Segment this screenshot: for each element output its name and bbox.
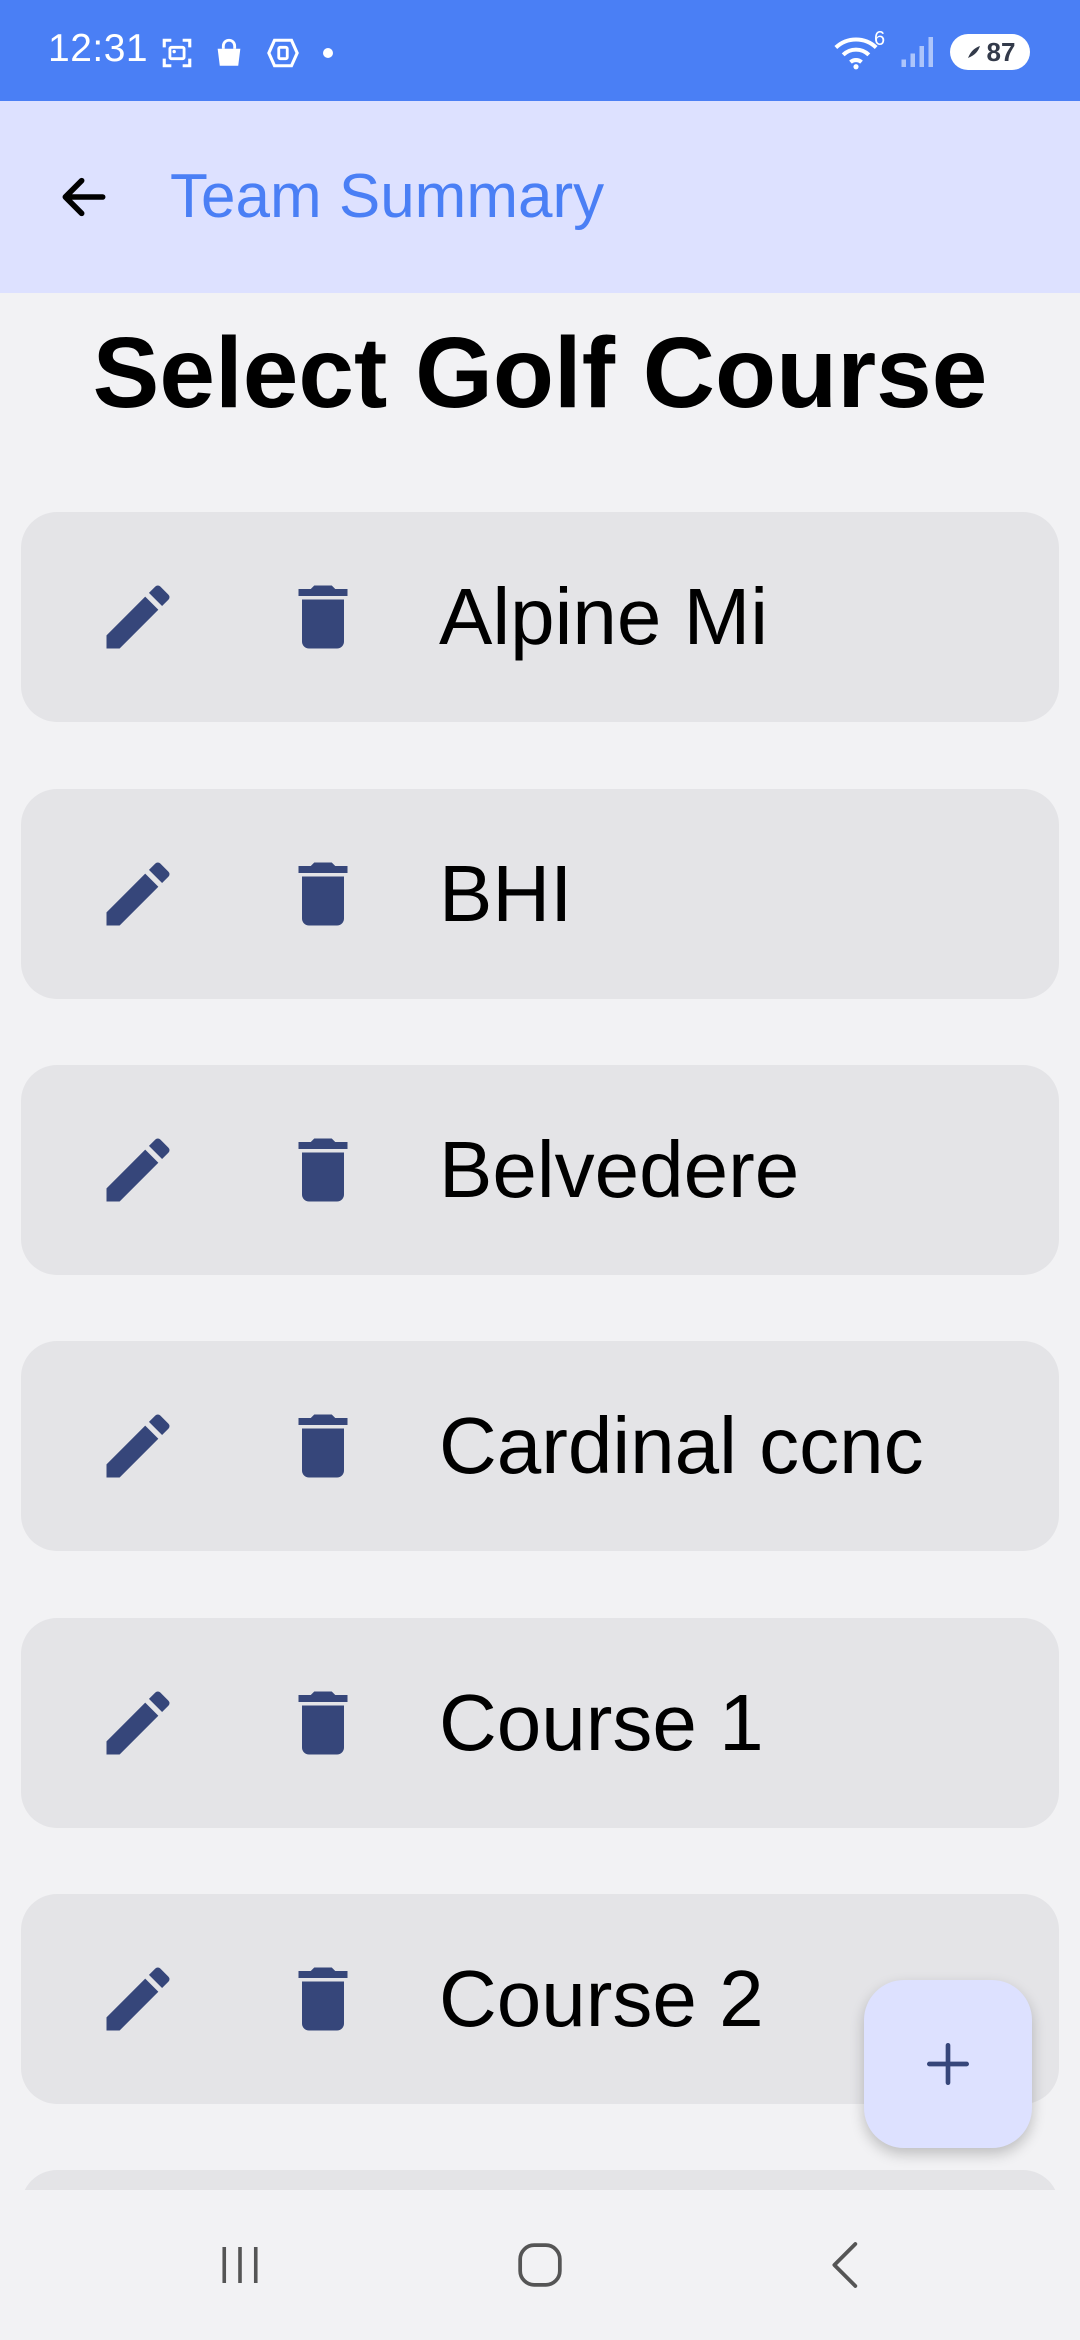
home-icon <box>518 2243 562 2287</box>
course-name: Course 2 <box>439 1954 764 2043</box>
course-item[interactable]: Course 1 <box>21 1618 1059 1828</box>
trash-icon <box>298 862 348 926</box>
course-list[interactable]: Alpine Mi BHI Belvedere Cardinal ccnc Co… <box>0 512 1080 2190</box>
course-name: Course 1 <box>439 1678 764 1767</box>
back-button[interactable] <box>44 157 124 237</box>
navigation-bar <box>0 2190 1080 2340</box>
status-time: 12:31 <box>48 27 149 70</box>
edit-button[interactable] <box>88 1949 188 2049</box>
recent-apps-icon <box>222 2247 258 2283</box>
pencil-icon <box>106 1138 170 1202</box>
course-item[interactable]: Cardinal ccnc <box>21 1341 1059 1551</box>
trash-icon <box>298 1138 348 1202</box>
trash-icon <box>298 585 348 649</box>
trash-icon <box>298 1414 348 1478</box>
pencil-icon <box>106 585 170 649</box>
signal-icon <box>901 37 933 67</box>
status-notification-icons <box>160 36 336 70</box>
pencil-icon <box>106 1691 170 1755</box>
status-bar: 12:31 6 87 <box>0 0 1080 101</box>
wifi-indicator: 6 <box>834 28 886 70</box>
arrow-back-icon <box>62 177 106 217</box>
recent-apps-button[interactable] <box>190 2225 290 2305</box>
dot-icon <box>323 48 333 58</box>
delete-button[interactable] <box>273 1120 373 1220</box>
home-button[interactable] <box>490 2225 590 2305</box>
pencil-icon <box>106 1414 170 1478</box>
pencil-icon <box>106 862 170 926</box>
page-heading: Select Golf Course <box>92 317 988 429</box>
battery-indicator: 87 <box>950 34 1030 70</box>
status-system-icons: 6 87 <box>834 28 1030 70</box>
screenshot-icon <box>162 38 192 68</box>
shopping-bag-icon <box>217 38 241 66</box>
plus-icon <box>927 2043 969 2085</box>
course-name: Belvedere <box>439 1125 800 1214</box>
edit-button[interactable] <box>88 1120 188 1220</box>
app-bar-title: Team Summary <box>170 162 605 231</box>
course-name: BHI <box>439 849 573 938</box>
course-item[interactable]: BHI <box>21 789 1059 999</box>
edit-button[interactable] <box>88 844 188 944</box>
course-item[interactable]: Belvedere <box>21 1065 1059 1275</box>
back-nav-button[interactable] <box>796 2225 896 2305</box>
trash-icon <box>298 1691 348 1755</box>
delete-button[interactable] <box>273 567 373 667</box>
edit-button[interactable] <box>88 1396 188 1496</box>
delete-button[interactable] <box>273 1396 373 1496</box>
edit-button[interactable] <box>88 1673 188 1773</box>
wifi-icon <box>834 37 878 70</box>
edit-button[interactable] <box>88 567 188 667</box>
battery-level: 87 <box>986 36 1016 67</box>
course-item[interactable]: Alpine Mi <box>21 512 1059 722</box>
app-bar: Team Summary <box>0 101 1080 293</box>
course-name: Alpine Mi <box>439 572 769 661</box>
delete-button[interactable] <box>273 1949 373 2049</box>
add-course-button[interactable] <box>864 1980 1032 2148</box>
pencil-icon <box>106 1967 170 2031</box>
wifi-label: 6 <box>874 28 886 50</box>
delete-button[interactable] <box>273 844 373 944</box>
course-item[interactable] <box>21 2170 1059 2190</box>
battery-saver-icon <box>967 46 980 58</box>
app-notification-icon <box>267 38 299 68</box>
trash-icon <box>298 1967 348 2031</box>
delete-button[interactable] <box>273 1673 373 1773</box>
course-name: Cardinal ccnc <box>439 1401 924 1490</box>
back-icon <box>832 2242 858 2288</box>
